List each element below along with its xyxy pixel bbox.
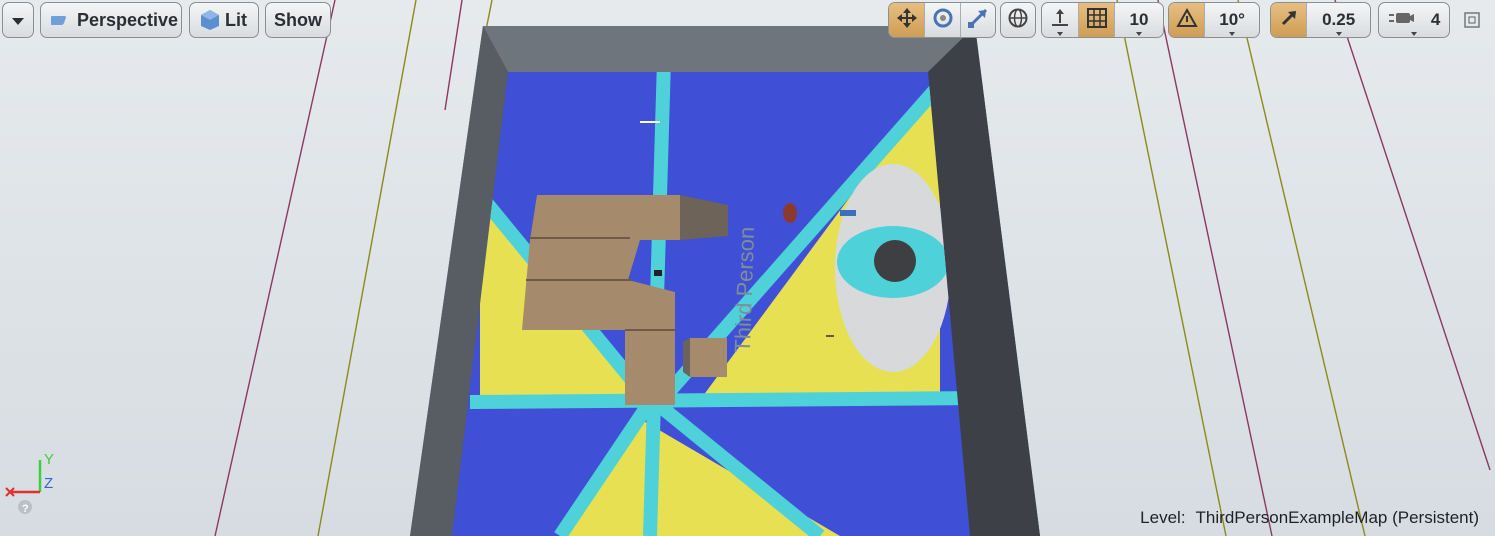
- globe-icon: [1007, 7, 1029, 34]
- surface-snap-button[interactable]: [1042, 3, 1078, 37]
- grid-snap-group: 10: [1041, 2, 1164, 38]
- axis-z-label: Z: [44, 475, 53, 492]
- camera-speed-value: 4: [1430, 10, 1441, 29]
- chevron-down-icon: [1411, 32, 1417, 36]
- surface-snap-icon: [1049, 7, 1071, 34]
- rotate-icon: [931, 6, 955, 35]
- lit-button[interactable]: Lit: [189, 2, 259, 38]
- scale-tool-button[interactable]: [959, 3, 995, 37]
- rotation-snap-value-text: 10°: [1219, 10, 1245, 29]
- show-button[interactable]: Show: [265, 2, 331, 38]
- level-info: Level: ThirdPersonExampleMap (Persistent): [1140, 508, 1479, 528]
- rotation-snap-value[interactable]: 10°: [1204, 3, 1259, 37]
- lit-label: Lit: [225, 9, 247, 30]
- world-local-toggle[interactable]: [1000, 2, 1036, 38]
- scale-icon: [966, 6, 990, 35]
- scene-render[interactable]: Third Person: [0, 0, 1495, 536]
- camera-speed-icon: [1388, 9, 1414, 32]
- grid-snap-value-text: 10: [1129, 10, 1149, 29]
- grid-snap-value[interactable]: 10: [1114, 3, 1163, 37]
- translate-tool-button[interactable]: [889, 3, 925, 37]
- perspective-label: Perspective: [77, 9, 179, 30]
- rotation-snap-group: 10°: [1168, 2, 1260, 38]
- grid-snap-toggle[interactable]: [1078, 3, 1114, 37]
- maximize-icon: [1463, 12, 1481, 33]
- camera-speed-cell[interactable]: 4: [1379, 3, 1449, 37]
- perspective-icon: [51, 12, 73, 28]
- viewport-options-button[interactable]: [2, 2, 34, 38]
- rotate-tool-button[interactable]: [924, 3, 959, 37]
- scale-snap-toggle[interactable]: [1271, 3, 1307, 37]
- world-local-cell[interactable]: [1001, 3, 1035, 37]
- chevron-down-icon: [1136, 32, 1142, 36]
- chevron-down-icon: [1229, 32, 1236, 36]
- transform-tools: [888, 2, 996, 38]
- maximize-viewport-button[interactable]: [1463, 11, 1481, 29]
- scale-snap-value[interactable]: 0.25: [1306, 3, 1370, 37]
- angle-icon: [1175, 7, 1198, 34]
- chevron-down-icon: [1335, 32, 1342, 36]
- camera-speed-button[interactable]: 4: [1378, 2, 1450, 38]
- scale-snap-value-text: 0.25: [1322, 10, 1356, 29]
- axis-gizmo: Y Z ?: [4, 448, 64, 523]
- show-label: Show: [274, 9, 322, 30]
- level-name: ThirdPersonExampleMap (Persistent): [1195, 508, 1479, 527]
- perspective-button[interactable]: Perspective: [40, 2, 182, 38]
- level-viewport[interactable]: Third Person Perspective Lit Show 10 10°…: [0, 0, 1495, 536]
- grid-icon: [1086, 7, 1107, 33]
- lit-cube-icon: [199, 8, 221, 32]
- chevron-down-icon: [1057, 32, 1063, 36]
- move-icon: [895, 6, 919, 35]
- question-icon: ?: [22, 503, 29, 515]
- scale-snap-icon: [1279, 8, 1299, 33]
- floor-label: Third Person: [730, 226, 759, 353]
- chevron-down-icon: [11, 10, 25, 31]
- rotation-snap-toggle[interactable]: [1169, 3, 1205, 37]
- scale-snap-group: 0.25: [1270, 2, 1371, 38]
- level-label: Level:: [1140, 508, 1186, 527]
- axis-y-label: Y: [44, 451, 54, 468]
- floor-material: [452, 72, 970, 536]
